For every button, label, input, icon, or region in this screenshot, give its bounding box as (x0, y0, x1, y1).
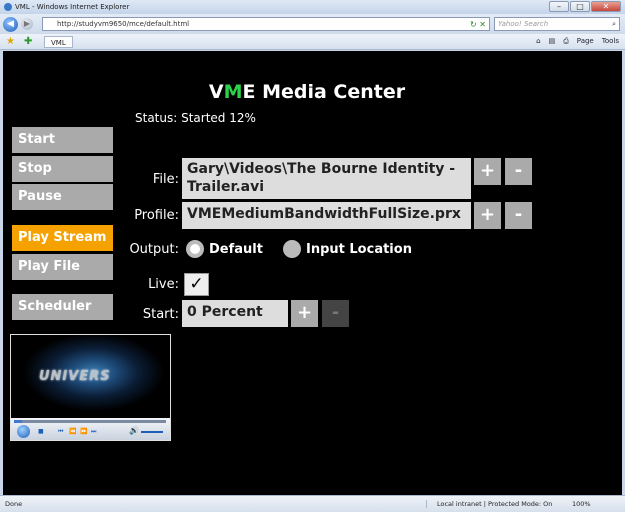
address-text: http://studyvm9650/mce/default.html (57, 20, 190, 28)
tab-label: VML (51, 39, 66, 47)
live-label: Live: (148, 277, 179, 292)
home-icon[interactable]: ⌂ (536, 37, 540, 46)
rewind-icon[interactable]: ⏪ (69, 428, 76, 435)
window-title: VML - Windows Internet Explorer (15, 3, 130, 11)
search-placeholder: Yahoo! Search (498, 20, 549, 28)
stop-button[interactable]: Stop (12, 156, 113, 182)
add-favorites-icon[interactable]: ✚ (24, 36, 32, 47)
feeds-icon[interactable]: ▤ (549, 37, 556, 46)
output-default-label: Default (209, 242, 263, 257)
profile-field[interactable]: VMEMediumBandwidthFullSize.prx (182, 202, 471, 229)
ie-logo-icon (4, 3, 12, 11)
next-icon[interactable]: ⏭ (91, 428, 96, 436)
page-title: VME Media Center (208, 81, 406, 103)
previous-icon[interactable]: ⏮ (58, 428, 63, 436)
scheduler-button[interactable]: Scheduler (12, 294, 113, 320)
video-player[interactable]: UNIVERS ■ ⏮ ⏪ ⏩ ⏭ 🔊 (10, 334, 171, 441)
seek-progress (14, 420, 22, 423)
search-icon[interactable]: ⌕ (612, 18, 616, 30)
output-default-radio[interactable] (186, 240, 204, 258)
status-done: Done (5, 500, 23, 508)
live-checkbox[interactable]: ✓ (184, 273, 209, 296)
pause-button[interactable]: Pause (12, 184, 113, 210)
page-content: VME Media Center Status: Started 12% Sta… (3, 51, 622, 495)
page-menu[interactable]: Page (577, 37, 594, 46)
start-percent-field[interactable]: 0 Percent (182, 300, 288, 327)
refresh-stop-icons[interactable]: ↻ ✕ (470, 19, 486, 31)
profile-label: Profile: (134, 208, 179, 223)
file-label: File: (152, 172, 179, 187)
play-file-button[interactable]: Play File (12, 254, 113, 280)
print-icon[interactable]: ⎙ (563, 37, 569, 46)
file-minus-button[interactable]: - (505, 158, 532, 185)
title-accent: M (223, 81, 243, 103)
window-titlebar: VML - Windows Internet Explorer – □ ✕ (0, 0, 625, 14)
security-zone: Local intranet | Protected Mode: On (426, 500, 552, 508)
address-toolbar: ◀ ▶ http://studyvm9650/mce/default.html … (0, 14, 625, 34)
tab-vml[interactable]: VML (44, 36, 73, 48)
file-field[interactable]: Gary\Videos\The Bourne Identity - Traile… (182, 158, 471, 199)
start-minus-button: - (322, 300, 349, 327)
start-plus-button[interactable]: + (291, 300, 318, 327)
maximize-button[interactable]: □ (570, 1, 590, 12)
profile-plus-button[interactable]: + (474, 202, 501, 229)
volume-icon[interactable]: 🔊 (129, 426, 139, 435)
zoom-level[interactable]: 100% (572, 500, 591, 508)
output-input-location-radio[interactable] (283, 240, 301, 258)
video-screen[interactable]: UNIVERS (11, 335, 170, 418)
forward-button[interactable]: ▶ (21, 18, 33, 30)
fast-forward-icon[interactable]: ⏩ (80, 428, 87, 435)
stop-icon[interactable]: ■ (38, 428, 44, 435)
play-stream-button[interactable]: Play Stream (12, 225, 113, 251)
window-controls: – □ ✕ (549, 1, 621, 12)
seek-bar[interactable] (14, 420, 166, 423)
browser-status-bar: Done Local intranet | Protected Mode: On… (0, 495, 625, 512)
output-input-location-label: Input Location (306, 242, 412, 257)
favorites-bar: ★ ✚ VML ⌂ ▤ ⎙ Page Tools (0, 34, 625, 50)
tools-menu[interactable]: Tools (602, 37, 619, 46)
player-controls: ■ ⏮ ⏪ ⏩ ⏭ 🔊 (11, 418, 170, 440)
start-label: Start: (142, 307, 179, 322)
command-bar: ⌂ ▤ ⎙ Page Tools (536, 37, 619, 46)
volume-slider[interactable] (141, 431, 163, 433)
profile-minus-button[interactable]: - (505, 202, 532, 229)
video-overlay-text: UNIVERS (39, 369, 111, 384)
file-plus-button[interactable]: + (474, 158, 501, 185)
start-button[interactable]: Start (12, 127, 113, 153)
search-input[interactable]: Yahoo! Search ⌕ (494, 17, 620, 31)
status-text: Status: Started 12% (135, 111, 256, 125)
address-input[interactable]: http://studyvm9650/mce/default.html ↻ ✕ (42, 17, 490, 31)
favorites-star-icon[interactable]: ★ (6, 36, 15, 47)
close-window-button[interactable]: ✕ (591, 1, 621, 12)
output-label: Output: (129, 242, 179, 257)
play-icon[interactable] (17, 425, 30, 438)
back-button[interactable]: ◀ (3, 16, 18, 32)
minimize-button[interactable]: – (549, 1, 569, 12)
